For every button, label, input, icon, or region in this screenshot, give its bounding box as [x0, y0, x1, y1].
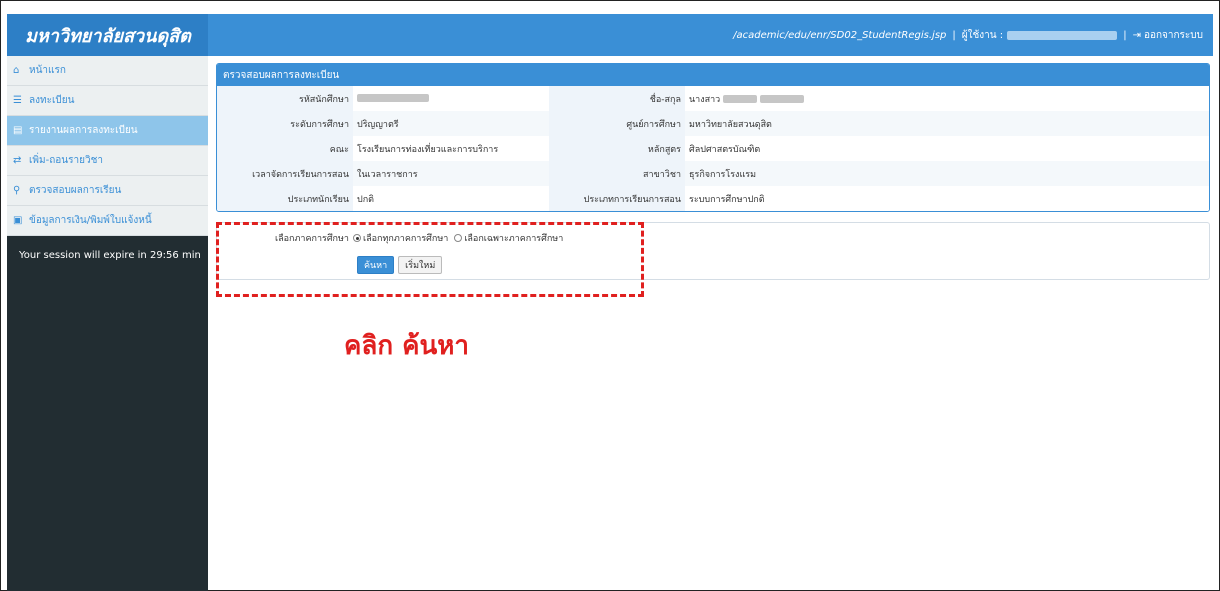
sidebar-nav: ⌂ หน้าแรก ☰ ลงทะเบียน ▤ รายงานผลการลงทะเ… [7, 56, 208, 236]
study-type-value: ระบบการศึกษาปกติ [685, 186, 1209, 211]
degree-level-label: ระดับการศึกษา [217, 111, 353, 136]
major-label: สาขาวิชา [549, 161, 685, 186]
study-time-label: เวลาจัดการเรียนการสอน [217, 161, 353, 186]
registration-info-panel: ตรวจสอบผลการลงทะเบียน รหัสนักศึกษา ชื่อ-… [216, 63, 1210, 212]
study-type-label: ประเภทการเรียนการสอน [549, 186, 685, 211]
campus-value: มหาวิทยาลัยสวนดุสิต [685, 111, 1209, 136]
sidebar-item-label: รายงานผลการลงทะเบียน [29, 125, 138, 136]
instruction-callout: คลิก ค้นหา [344, 331, 470, 361]
table-row: รหัสนักศึกษา ชื่อ-สกุล นางสาว [217, 86, 1209, 111]
money-icon: ▣ [13, 215, 23, 226]
degree-level-value: ปริญญาตรี [353, 111, 549, 136]
sidebar-item-finance[interactable]: ▣ ข้อมูลการเงิน/พิมพ์ใบแจ้งหนี้ [7, 206, 208, 236]
faculty-value: โรงเรียนการท่องเที่ยวและการบริการ [353, 136, 549, 161]
sign-out-icon: ⇥ [1132, 29, 1141, 41]
user-label: ผู้ใช้งาน : [961, 29, 1004, 41]
student-type-value: ปกติ [353, 186, 549, 211]
name-label: ชื่อ-สกุล [549, 86, 685, 111]
user-name-redacted [1007, 30, 1118, 40]
document-icon: ▤ [13, 125, 23, 136]
major-value: ธุรกิจการโรงแรม [685, 161, 1209, 186]
first-name-redacted [723, 95, 758, 103]
panel-title: ตรวจสอบผลการลงทะเบียน [217, 64, 1209, 86]
study-time-value: ในเวลาราชการ [353, 161, 549, 186]
sidebar-item-label: ลงทะเบียน [29, 95, 75, 106]
name-value: นางสาว [685, 86, 1209, 111]
sidebar-item-registration-report[interactable]: ▤ รายงานผลการลงทะเบียน [7, 116, 208, 146]
table-row: ระดับการศึกษา ปริญญาตรี ศูนย์การศึกษา มห… [217, 111, 1209, 136]
table-row: ประเภทนักเรียน ปกติ ประเภทการเรียนการสอน… [217, 186, 1209, 211]
page-path: /academic/edu/enr/SD02_StudentRegis.jsp [733, 29, 947, 41]
program-value: ศิลปศาสตรบัณฑิต [685, 136, 1209, 161]
table-row: เวลาจัดการเรียนการสอน ในเวลาราชการ สาขาว… [217, 161, 1209, 186]
program-label: หลักสูตร [549, 136, 685, 161]
home-icon: ⌂ [13, 65, 20, 76]
name-prefix: นางสาว [689, 94, 721, 105]
sidebar-item-label: ตรวจสอบผลการเรียน [29, 185, 122, 196]
logout-label: ออกจากระบบ [1143, 29, 1203, 41]
sidebar-item-label: เพิ่ม-ถอนรายวิชา [29, 155, 103, 166]
student-info-table: รหัสนักศึกษา ชื่อ-สกุล นางสาว ระดับการศึ… [217, 86, 1209, 211]
header-right: /academic/edu/enr/SD02_StudentRegis.jsp … [208, 28, 1213, 43]
sidebar-item-home[interactable]: ⌂ หน้าแรก [7, 56, 208, 86]
session-timer: Your session will expire in 29:56 min [19, 250, 201, 261]
sidebar-item-register[interactable]: ☰ ลงทะเบียน [7, 86, 208, 116]
student-type-label: ประเภทนักเรียน [217, 186, 353, 211]
header-separator: | [952, 29, 956, 41]
logout-link[interactable]: ⇥ ออกจากระบบ [1133, 28, 1203, 43]
list-icon: ☰ [13, 95, 22, 106]
campus-label: ศูนย์การศึกษา [549, 111, 685, 136]
sidebar: ⌂ หน้าแรก ☰ ลงทะเบียน ▤ รายงานผลการลงทะเ… [7, 56, 208, 591]
header-separator: | [1123, 29, 1127, 41]
exchange-icon: ⇄ [13, 155, 22, 166]
last-name-redacted [759, 95, 804, 103]
faculty-label: คณะ [217, 136, 353, 161]
student-id-label: รหัสนักศึกษา [217, 86, 353, 111]
highlight-dashed-box [216, 222, 644, 297]
sidebar-item-grades[interactable]: ⚲ ตรวจสอบผลการเรียน [7, 176, 208, 206]
sidebar-item-add-drop[interactable]: ⇄ เพิ่ม-ถอนรายวิชา [7, 146, 208, 176]
sidebar-item-label: หน้าแรก [29, 65, 66, 76]
top-header: มหาวิทยาลัยสวนดุสิต /academic/edu/enr/SD… [7, 14, 1213, 56]
student-id-redacted [357, 94, 429, 102]
search-icon: ⚲ [13, 185, 21, 196]
brand-logo[interactable]: มหาวิทยาลัยสวนดุสิต [7, 14, 208, 56]
table-row: คณะ โรงเรียนการท่องเที่ยวและการบริการ หล… [217, 136, 1209, 161]
sidebar-item-label: ข้อมูลการเงิน/พิมพ์ใบแจ้งหนี้ [29, 215, 152, 226]
student-id-value [353, 86, 549, 111]
